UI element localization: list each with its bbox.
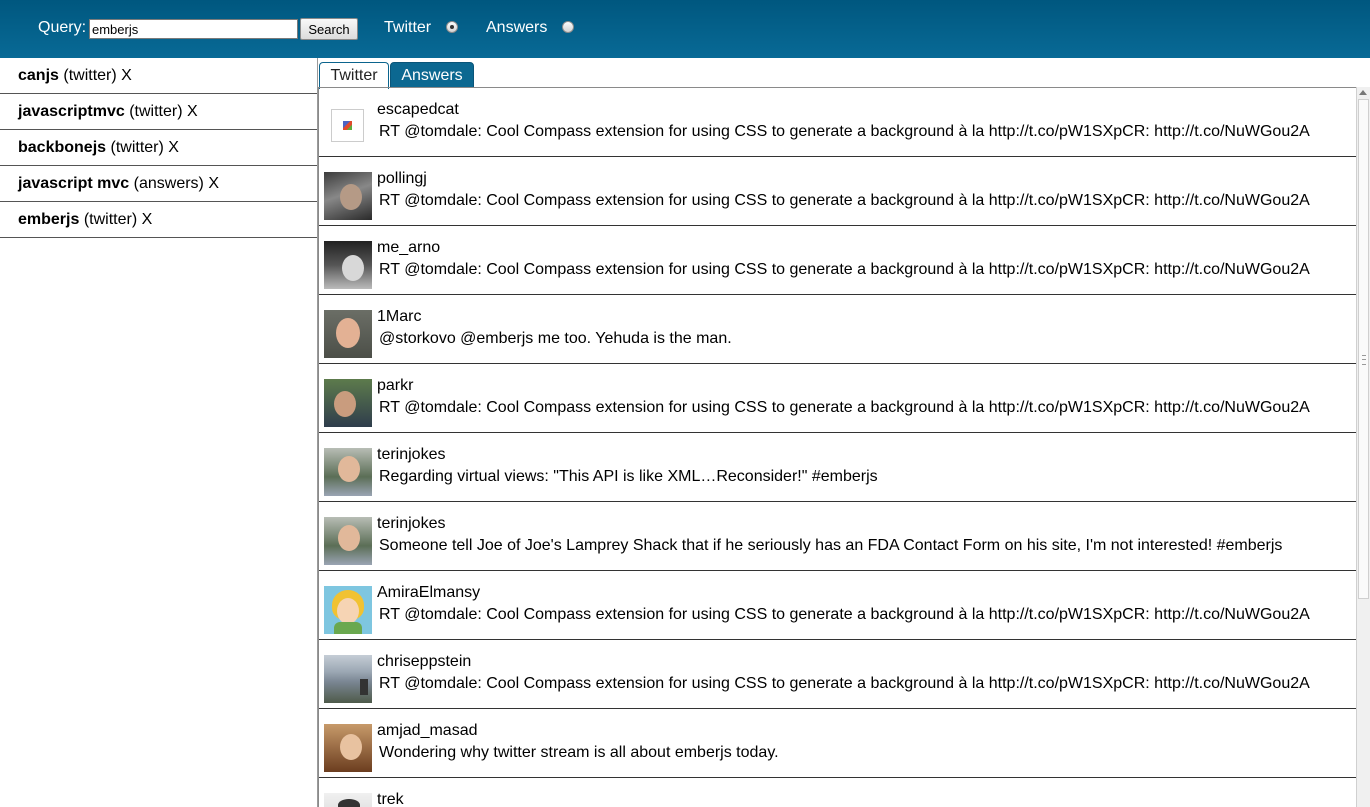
tweet-item: chriseppstein RT @tomdale: Cool Compass … — [319, 640, 1356, 709]
history-item-javascript-mvc[interactable]: javascript mvc (answers) X — [0, 166, 317, 202]
tweet-text: RT @tomdale: Cool Compass extension for … — [379, 192, 1310, 209]
avatar — [324, 586, 372, 634]
avatar — [324, 517, 372, 565]
tweet-item: amjad_masad Wondering why twitter stream… — [319, 709, 1356, 778]
scroll-thumb[interactable] — [1358, 99, 1369, 599]
tweet-username: AmiraElmansy — [377, 584, 481, 601]
tweet-username: terinjokes — [377, 446, 446, 463]
history-term[interactable]: emberjs — [18, 211, 79, 228]
avatar — [324, 172, 372, 220]
avatar-broken-image — [331, 109, 364, 142]
avatar — [324, 793, 372, 807]
search-button[interactable]: Search — [300, 18, 358, 40]
source-twitter-radio[interactable] — [446, 21, 458, 33]
source-answers-label: Answers — [486, 19, 548, 36]
tab-twitter[interactable]: Twitter — [319, 62, 389, 89]
tweet-item: me_arno RT @tomdale: Cool Compass extens… — [319, 226, 1356, 295]
tweet-text: Regarding virtual views: "This API is li… — [379, 468, 878, 485]
history-item-canjs[interactable]: canjs (twitter) X — [0, 58, 317, 94]
avatar — [324, 448, 372, 496]
tweet-username: chriseppstein — [377, 653, 472, 670]
tweet-item: 1Marc @storkovo @emberjs me too. Yehuda … — [319, 295, 1356, 364]
history-source: (twitter) — [129, 103, 183, 120]
history-term[interactable]: javascript mvc — [18, 175, 129, 192]
history-item-backbonejs[interactable]: backbonejs (twitter) X — [0, 130, 317, 166]
history-item-emberjs[interactable]: emberjs (twitter) X — [0, 202, 317, 238]
avatar — [324, 379, 372, 427]
avatar — [324, 724, 372, 772]
search-header: Query: Search Twitter Answers — [0, 0, 1370, 58]
tweet-username: terinjokes — [377, 515, 446, 532]
search-history-list: canjs (twitter) X javascriptmvc (twitter… — [0, 58, 318, 807]
history-source: (answers) — [133, 175, 204, 192]
source-twitter-label: Twitter — [384, 19, 432, 36]
history-remove-button[interactable]: X — [121, 67, 132, 84]
tweet-text: Wondering why twitter stream is all abou… — [379, 744, 779, 761]
tweet-item: escapedcat RT @tomdale: Cool Compass ext… — [319, 88, 1356, 157]
tweet-item: trek — [319, 778, 1356, 807]
tweet-username: me_arno — [377, 239, 441, 256]
grip-icon — [1362, 355, 1366, 365]
tweet-text: @storkovo @emberjs me too. Yehuda is the… — [379, 330, 732, 347]
tweet-username: trek — [377, 791, 404, 807]
tweet-text: Someone tell Joe of Joe's Lamprey Shack … — [379, 537, 1283, 554]
avatar — [324, 655, 372, 703]
tweet-text: RT @tomdale: Cool Compass extension for … — [379, 606, 1310, 623]
history-remove-button[interactable]: X — [187, 103, 198, 120]
history-source: (twitter) — [110, 139, 164, 156]
avatar — [324, 310, 372, 358]
tweet-item: AmiraElmansy RT @tomdale: Cool Compass e… — [319, 571, 1356, 640]
history-source: (twitter) — [83, 211, 138, 228]
history-source: (twitter) — [63, 67, 117, 84]
query-input[interactable] — [89, 19, 298, 39]
tweet-item: pollingj RT @tomdale: Cool Compass exten… — [319, 157, 1356, 226]
tweet-text: RT @tomdale: Cool Compass extension for … — [379, 123, 1310, 140]
results-panel: escapedcat RT @tomdale: Cool Compass ext… — [318, 87, 1356, 807]
history-remove-button[interactable]: X — [168, 139, 179, 156]
source-answers-radio[interactable] — [562, 21, 574, 33]
tweet-text: RT @tomdale: Cool Compass extension for … — [379, 675, 1310, 692]
tweet-item: parkr RT @tomdale: Cool Compass extensio… — [319, 364, 1356, 433]
tweet-username: amjad_masad — [377, 722, 478, 739]
tweet-username: parkr — [377, 377, 414, 394]
tweet-text: RT @tomdale: Cool Compass extension for … — [379, 399, 1310, 416]
tweet-username: 1Marc — [377, 308, 422, 325]
scroll-up-arrow-icon[interactable] — [1359, 90, 1367, 95]
history-item-javascriptmvc[interactable]: javascriptmvc (twitter) X — [0, 94, 317, 130]
tweet-username: pollingj — [377, 170, 427, 187]
results-scrollbar[interactable] — [1356, 87, 1370, 807]
history-term[interactable]: javascriptmvc — [18, 103, 125, 120]
history-term[interactable]: canjs — [18, 67, 59, 84]
avatar — [324, 241, 372, 289]
tweet-item: terinjokes Regarding virtual views: "Thi… — [319, 433, 1356, 502]
query-label: Query: — [38, 19, 87, 36]
history-remove-button[interactable]: X — [208, 175, 219, 192]
tweet-text: RT @tomdale: Cool Compass extension for … — [379, 261, 1310, 278]
history-term[interactable]: backbonejs — [18, 139, 106, 156]
history-remove-button[interactable]: X — [142, 211, 153, 228]
tab-answers[interactable]: Answers — [390, 62, 474, 88]
tweet-username: escapedcat — [377, 101, 459, 118]
tweet-item: terinjokes Someone tell Joe of Joe's Lam… — [319, 502, 1356, 571]
